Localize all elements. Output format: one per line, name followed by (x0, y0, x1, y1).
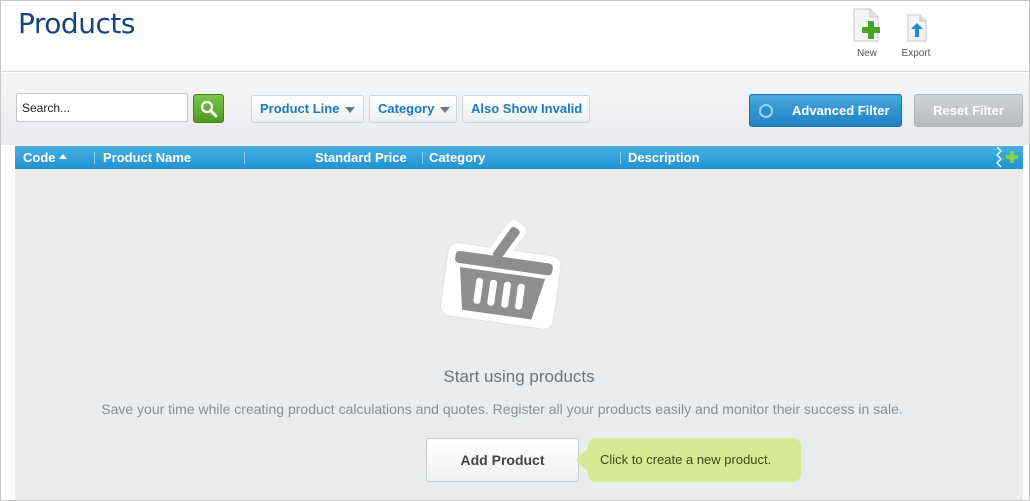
category-filter[interactable]: Category (369, 95, 457, 123)
search-input[interactable] (16, 93, 188, 122)
column-description[interactable]: Description (628, 146, 700, 169)
column-divider (620, 152, 621, 164)
chevron-down-icon (345, 106, 356, 113)
column-code[interactable]: Code (23, 146, 67, 169)
search-icon (200, 100, 218, 118)
reset-filter-button[interactable]: Reset Filter (914, 94, 1023, 127)
search-button[interactable] (193, 94, 224, 123)
products-window: Products New Export Search... Product Li… (0, 0, 1030, 501)
category-filter-label: Category (378, 101, 435, 116)
new-label: New (856, 48, 877, 59)
page-title: Products (18, 7, 135, 40)
basket-icon (439, 220, 562, 329)
empty-state-description: Save your time while creating product ca… (101, 401, 903, 417)
column-divider (244, 152, 245, 164)
product-line-filter-label: Product Line (260, 101, 340, 116)
chevron-down-icon (440, 106, 451, 113)
column-product-name[interactable]: Product Name (103, 146, 191, 169)
export-button[interactable]: Export (896, 7, 936, 59)
filter-circle-icon (759, 104, 773, 118)
advanced-filter-button[interactable]: Advanced Filter (749, 94, 902, 127)
show-invalid-label: Also Show Invalid (471, 101, 583, 116)
add-product-tooltip: Click to create a new product. (576, 438, 801, 482)
advanced-filter-label: Advanced Filter (792, 103, 890, 118)
column-code-label: Code (23, 150, 56, 165)
column-divider (94, 152, 95, 164)
column-divider (422, 152, 423, 164)
plus-icon[interactable] (1005, 150, 1019, 164)
empty-state-title: Start using products (443, 367, 595, 386)
empty-state: Start using products Save your time whil… (15, 169, 1023, 500)
product-line-filter[interactable]: Product Line (251, 95, 364, 123)
add-product-button[interactable]: Add Product (426, 438, 579, 482)
export-arrow-icon (907, 14, 927, 42)
new-document-plus-icon (853, 8, 880, 42)
show-invalid-toggle[interactable]: Also Show Invalid (462, 95, 590, 123)
column-resize-handle-icon[interactable] (995, 146, 1003, 169)
grid-header: Code Product Name Standard Price Categor… (15, 146, 1023, 169)
filter-toolbar: Product Line Category Also Show Invalid … (1, 73, 1029, 145)
column-standard-price[interactable]: Standard Price (315, 146, 407, 169)
page-header: Products New Export (1, 1, 1029, 72)
export-label: Export (901, 48, 931, 59)
sort-ascending-icon (58, 154, 67, 160)
new-button[interactable]: New (847, 7, 887, 59)
column-category[interactable]: Category (429, 146, 485, 169)
